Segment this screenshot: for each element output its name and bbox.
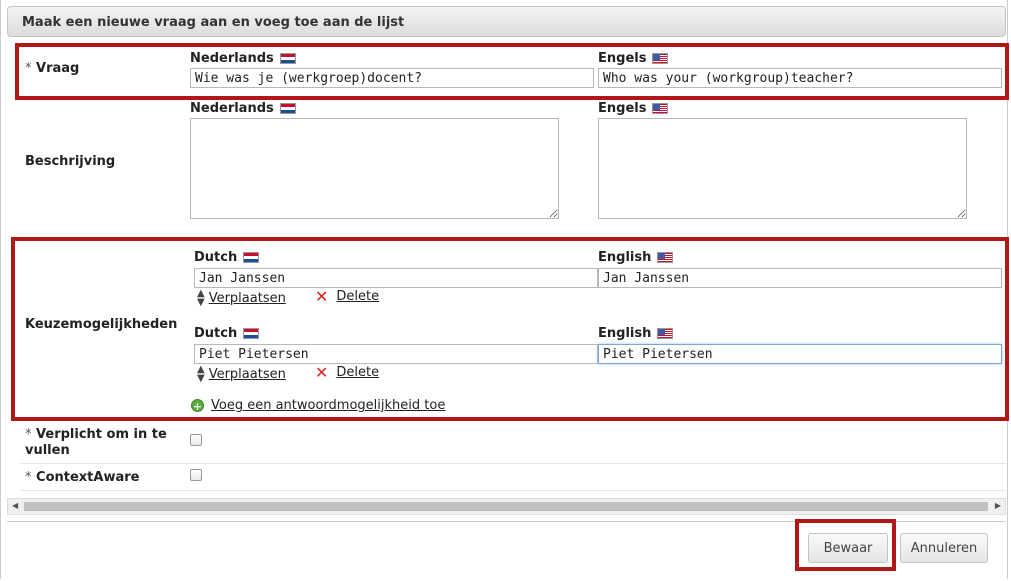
us-flag-icon [652, 103, 669, 114]
lang-label: Nederlands [190, 51, 274, 66]
vraag-input-nl[interactable] [190, 68, 594, 88]
horizontal-scrollbar[interactable]: ◀ ▶ [7, 498, 1006, 515]
move-link[interactable]: Verplaatsen [209, 291, 286, 306]
lang-label: Engels [598, 101, 647, 116]
add-option-button[interactable]: + Voeg een antwoordmogelijkheid toe [191, 398, 445, 413]
option-1-lang-nl: Dutch [194, 250, 260, 265]
verplicht-label: * Verplicht om in te vullen [25, 427, 185, 459]
beschrijving-textarea-nl[interactable] [190, 118, 559, 219]
context-label: * ContextAware [25, 470, 139, 485]
option-2-input-nl[interactable] [194, 344, 598, 364]
beschrijving-lang-nl: Nederlands [190, 101, 296, 116]
us-flag-icon [657, 328, 674, 339]
us-flag-icon [657, 252, 674, 263]
option-1-lang-en: English [598, 250, 674, 265]
netherlands-flag-icon [279, 103, 296, 114]
context-checkbox[interactable] [190, 469, 202, 481]
delete-x-icon: ✕ [315, 362, 329, 382]
delete-x-icon: ✕ [315, 286, 329, 306]
option-1-input-nl[interactable] [194, 268, 598, 288]
beschrijving-label: Beschrijving [25, 154, 116, 169]
option-2-input-en[interactable] [598, 344, 1002, 364]
lang-label: English [598, 250, 652, 265]
row-divider [20, 490, 1006, 491]
netherlands-flag-icon [243, 252, 260, 263]
option-1-move-button[interactable]: ▲ ▼ Verplaatsen [197, 288, 286, 308]
required-mark: * [25, 427, 32, 442]
move-link[interactable]: Verplaatsen [209, 367, 286, 382]
option-1-input-en[interactable] [598, 268, 1002, 288]
scrollbar-thumb[interactable] [24, 502, 988, 511]
option-1-delete-button[interactable]: ✕ Delete [315, 286, 379, 306]
netherlands-flag-icon [243, 328, 260, 339]
keuze-label: Keuzemogelijkheden [25, 317, 178, 332]
footer-divider [7, 521, 1006, 522]
vraag-label-text: Vraag [36, 61, 80, 76]
lang-label: Engels [598, 51, 647, 66]
delete-link[interactable]: Delete [336, 365, 379, 380]
save-button[interactable]: Bewaar [808, 533, 888, 563]
sort-arrows-icon: ▲ ▼ [197, 364, 205, 384]
lang-label: Nederlands [190, 101, 274, 116]
verplicht-checkbox[interactable] [190, 434, 202, 446]
add-circle-icon: + [191, 399, 204, 413]
scroll-right-icon[interactable]: ▶ [995, 501, 1001, 510]
lang-label: Dutch [194, 326, 238, 341]
option-2-move-button[interactable]: ▲ ▼ Verplaatsen [197, 364, 286, 384]
lang-label: English [598, 326, 652, 341]
vraag-input-en[interactable] [598, 68, 1002, 88]
cancel-button[interactable]: Annuleren [900, 533, 988, 563]
lang-label: Dutch [194, 250, 238, 265]
netherlands-flag-icon [279, 53, 296, 64]
sort-arrows-icon: ▲ ▼ [197, 288, 205, 308]
required-mark: * [25, 61, 32, 76]
beschrijving-lang-en: Engels [598, 101, 669, 116]
required-mark: * [25, 470, 32, 485]
vraag-lang-nl: Nederlands [190, 51, 296, 66]
vraag-lang-en: Engels [598, 51, 669, 66]
verplicht-label-text: Verplicht om in te vullen [25, 427, 167, 458]
beschrijving-textarea-en[interactable] [598, 118, 967, 219]
add-option-link[interactable]: Voeg een antwoordmogelijkheid toe [211, 398, 445, 413]
scroll-left-icon[interactable]: ◀ [12, 501, 18, 510]
context-label-text: ContextAware [36, 470, 140, 485]
option-2-lang-nl: Dutch [194, 326, 260, 341]
dialog-title: Maak een nieuwe vraag aan en voeg toe aa… [7, 6, 1006, 37]
delete-link[interactable]: Delete [336, 289, 379, 304]
option-2-lang-en: English [598, 326, 674, 341]
row-divider [20, 463, 1006, 464]
option-2-delete-button[interactable]: ✕ Delete [315, 362, 379, 382]
us-flag-icon [652, 53, 669, 64]
vraag-label: * Vraag [25, 61, 79, 76]
